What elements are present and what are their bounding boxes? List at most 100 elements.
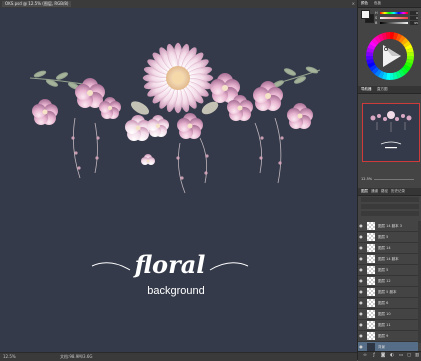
adjustment-layer-icon[interactable]: ◐ [389, 353, 395, 359]
layer-row[interactable]: ● 图层 11 [358, 320, 418, 331]
saturation-value-field[interactable]: 0 [410, 16, 418, 20]
layer-row[interactable]: ● 图层 14 副本 [358, 254, 418, 265]
hue-value-field[interactable]: 0 [410, 11, 418, 15]
layer-row[interactable]: ● 图层 6 [358, 298, 418, 309]
layer-thumbnail [367, 321, 375, 329]
visibility-eye-icon[interactable]: ● [359, 234, 363, 240]
visibility-eye-icon[interactable]: ● [359, 322, 363, 328]
layers-panel-tabs: 图层 通道 路径 历史记录 [358, 188, 421, 196]
brightness-slider[interactable]: B 95 [375, 21, 419, 25]
new-group-icon[interactable]: ▭ [398, 353, 404, 359]
layer-thumbnail [367, 310, 375, 318]
layer-thumbnail [367, 244, 375, 252]
layer-list: ● 图层 14 副本 3 ● 图层 5 ● 图层 14 ● 图层 14 副本 ● 图层 5… [358, 221, 418, 353]
lock-fill-bar[interactable] [361, 211, 419, 216]
document-tab[interactable]: OKS.psd @ 12.5% (图层, RGB/8) [2, 1, 72, 7]
layer-name: 背景 [378, 345, 385, 349]
tab-paths[interactable]: 路径 [381, 189, 388, 194]
foreground-color-swatch[interactable] [361, 10, 370, 19]
tab-color[interactable]: 颜色 [361, 1, 368, 6]
layer-name: 图层 14 副本 3 [378, 224, 403, 228]
color-wheel[interactable] [362, 30, 418, 82]
layer-name: 图层 5 副本 [378, 290, 397, 294]
layer-row[interactable]: ● 图层 10 [358, 309, 418, 320]
layer-thumbnail [367, 255, 375, 263]
layer-thumbnail [367, 288, 375, 296]
visibility-eye-icon[interactable]: ● [359, 300, 363, 306]
link-layers-icon[interactable]: ∞ [362, 353, 368, 359]
visibility-eye-icon[interactable]: ● [359, 344, 363, 350]
navigator-thumbnail[interactable] [362, 103, 420, 162]
saturation-slider[interactable]: S 0 [375, 16, 419, 20]
layer-row[interactable]: ● 图层 14 副本 3 [358, 221, 418, 232]
brightness-slider-track[interactable] [380, 22, 408, 24]
artwork-title-script: floral [133, 250, 206, 279]
add-mask-icon[interactable]: ◙ [380, 353, 386, 359]
layer-thumbnail [367, 266, 375, 274]
layer-name: 图层 12 [378, 279, 391, 283]
layer-row[interactable]: ● 图层 9 [358, 331, 418, 342]
hue-slider-label: H [375, 11, 378, 15]
layer-row[interactable]: ● 图层 5 [358, 265, 418, 276]
artwork-subtitle: background [147, 285, 205, 297]
layer-name: 图层 6 [378, 301, 389, 305]
tab-channels[interactable]: 通道 [371, 189, 378, 194]
status-doc-info: 文档:98.9M/3.6G [60, 354, 93, 359]
tab-swatches[interactable]: 色板 [374, 1, 381, 6]
layer-options-bar [358, 197, 421, 219]
layer-name: 图层 5 [378, 268, 389, 272]
layer-thumbnail [367, 299, 375, 307]
new-layer-icon[interactable]: ▢ [406, 353, 412, 359]
hue-slider-track[interactable] [380, 12, 408, 14]
visibility-eye-icon[interactable]: ● [359, 333, 363, 339]
layer-thumbnail [367, 222, 375, 230]
tab-history[interactable]: 历史记录 [391, 189, 405, 194]
layer-name: 图层 11 [378, 323, 391, 327]
visibility-eye-icon[interactable]: ● [359, 256, 363, 262]
hue-slider[interactable]: H 0 [375, 11, 419, 15]
visibility-eye-icon[interactable]: ● [359, 289, 363, 295]
layer-name: 图层 5 [378, 235, 389, 239]
saturation-slider-track[interactable] [380, 17, 408, 19]
brightness-slider-label: B [375, 21, 378, 25]
navigator-preview [363, 104, 419, 161]
layer-name: 图层 10 [378, 312, 391, 316]
layer-row[interactable]: ● 图层 12 [358, 276, 418, 287]
layer-name: 图层 14 [378, 246, 391, 250]
navigator-panel-tabs: 导航器 直方图 [358, 86, 421, 94]
tab-histogram[interactable]: 直方图 [377, 87, 388, 92]
layer-row[interactable]: ● 图层 5 副本 [358, 287, 418, 298]
saturation-slider-label: S [375, 16, 378, 20]
visibility-eye-icon[interactable]: ● [359, 223, 363, 229]
color-panel-tabs: 颜色 色板 [358, 0, 421, 8]
layer-name: 图层 14 副本 [378, 257, 399, 261]
visibility-eye-icon[interactable]: ● [359, 245, 363, 251]
layer-filter-bar[interactable] [361, 197, 419, 202]
navigator-zoom-slider[interactable] [374, 179, 414, 180]
tab-navigator[interactable]: 导航器 [361, 87, 372, 92]
layer-row[interactable]: ● 图层 5 [358, 232, 418, 243]
layer-thumbnail [367, 343, 375, 351]
blend-mode-opacity-bar[interactable] [361, 204, 419, 209]
tab-layers[interactable]: 图层 [361, 189, 368, 194]
visibility-eye-icon[interactable]: ● [359, 311, 363, 317]
navigator-zoom-value[interactable]: 12.5% [361, 177, 372, 181]
right-panel-dock: 颜色 色板 H 0 S 0 B 95 导航器 直方图 12.5% 图层 通道 路… [357, 0, 421, 361]
layer-row[interactable]: ● 图层 14 [358, 243, 418, 254]
visibility-eye-icon[interactable]: ● [359, 267, 363, 273]
delete-layer-icon[interactable]: ▥ [414, 353, 420, 359]
fg-bg-color-swatches [361, 10, 374, 23]
brightness-value-field[interactable]: 95 [410, 21, 418, 25]
color-wheel-graphic[interactable] [362, 30, 418, 82]
layer-name: 图层 9 [378, 334, 389, 338]
layer-style-icon[interactable]: ƒ [371, 353, 377, 359]
close-tab-icon[interactable]: × [352, 0, 355, 7]
visibility-eye-icon[interactable]: ● [359, 278, 363, 284]
artboard[interactable]: floral background [0, 8, 357, 352]
layer-thumbnail [367, 277, 375, 285]
central-daisy [142, 42, 214, 114]
canvas-area[interactable]: floral background [0, 8, 357, 352]
layer-thumbnail [367, 332, 375, 340]
status-zoom[interactable]: 12.5% [3, 354, 16, 360]
layer-thumbnail [367, 233, 375, 241]
